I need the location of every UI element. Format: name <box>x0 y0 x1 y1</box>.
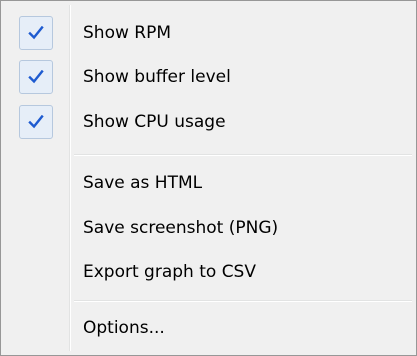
menu-item-label: Save as HTML <box>83 173 203 193</box>
menu-item-label: Show buffer level <box>83 67 231 87</box>
menu-item-show-rpm[interactable]: Show RPM <box>5 10 412 56</box>
menu-item-label: Save screenshot (PNG) <box>83 218 279 238</box>
menu-item-save-as-html[interactable]: Save as HTML <box>5 160 412 206</box>
checkmark-icon <box>19 60 53 94</box>
menu-item-show-buffer-level[interactable]: Show buffer level <box>5 54 412 100</box>
menu-item-label: Options... <box>83 318 165 338</box>
checkmark-icon <box>19 105 53 139</box>
menu-item-label: Show CPU usage <box>83 112 226 132</box>
menu-item-options[interactable]: Options... <box>5 305 412 351</box>
menu-item-export-graph-csv[interactable]: Export graph to CSV <box>5 249 412 295</box>
menu-item-label: Export graph to CSV <box>83 262 256 282</box>
context-menu: Show RPM Show buffer level Show CPU usag… <box>0 0 417 356</box>
menu-item-label: Show RPM <box>83 23 172 43</box>
checkmark-icon <box>19 16 53 50</box>
menu-item-save-screenshot[interactable]: Save screenshot (PNG) <box>5 205 412 251</box>
menu-separator <box>74 300 412 302</box>
menu-separator <box>74 154 412 156</box>
menu-item-show-cpu-usage[interactable]: Show CPU usage <box>5 99 412 145</box>
